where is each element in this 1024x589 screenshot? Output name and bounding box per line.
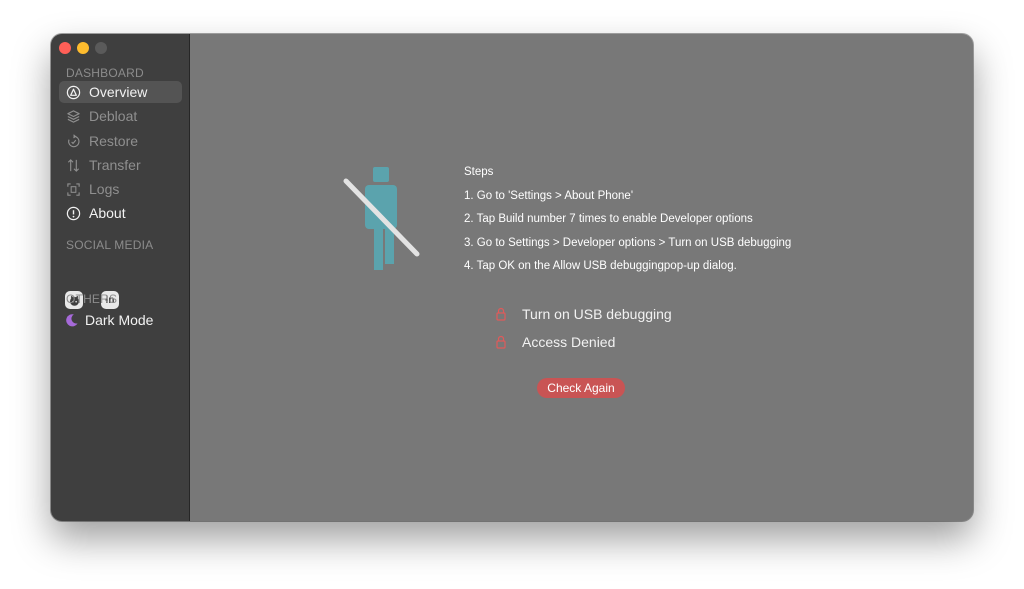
delta-circle-icon — [65, 84, 81, 100]
sidebar-item-label: Overview — [89, 84, 148, 100]
section-social-media: SOCIAL MEDIA — [66, 238, 154, 252]
section-others: OTHERS — [66, 292, 118, 306]
sidebar-item-about[interactable]: About — [59, 202, 182, 224]
layers-icon — [65, 108, 81, 124]
dark-mode-label: Dark Mode — [85, 312, 154, 328]
status-label: Turn on USB debugging — [522, 306, 672, 322]
app-window: DASHBOARD Overview Debloat Restore Trans… — [51, 34, 973, 521]
dark-mode-toggle[interactable]: Dark Mode — [59, 309, 182, 331]
sidebar-item-debloat[interactable]: Debloat — [59, 105, 182, 127]
transfer-arrows-icon — [65, 157, 81, 173]
no-usb-person-icon — [343, 164, 423, 279]
step-2: 2. Tap Build number 7 times to enable De… — [464, 213, 753, 225]
sidebar-item-label: Logs — [89, 181, 120, 197]
status-label: Access Denied — [522, 334, 616, 350]
sidebar: DASHBOARD Overview Debloat Restore Trans… — [51, 34, 190, 521]
check-again-button[interactable]: Check Again — [537, 378, 625, 398]
status-usb-debugging: Turn on USB debugging — [496, 306, 672, 322]
window-controls — [59, 42, 107, 54]
sidebar-item-label: Transfer — [89, 157, 141, 173]
steps-title: Steps — [464, 166, 494, 178]
logs-icon — [65, 181, 81, 197]
lock-icon — [496, 335, 510, 349]
sidebar-item-label: Debloat — [89, 108, 138, 124]
status-access-denied: Access Denied — [496, 334, 615, 350]
step-4: 4. Tap OK on the Allow USB debuggingpop-… — [464, 260, 737, 272]
moon-icon — [63, 312, 79, 328]
sidebar-item-restore[interactable]: Restore — [59, 130, 182, 152]
step-1: 1. Go to 'Settings > About Phone' — [464, 189, 634, 202]
zoom-button[interactable] — [95, 42, 107, 54]
lock-icon — [496, 307, 510, 321]
steps-panel: Steps 1. Go to 'Settings > About Phone' … — [464, 165, 791, 283]
step-3: 3. Go to Settings > Developer options > … — [464, 236, 792, 249]
sidebar-item-overview[interactable]: Overview — [59, 81, 182, 103]
close-button[interactable] — [59, 42, 71, 54]
sidebar-item-label: Restore — [89, 133, 139, 149]
info-circle-icon — [65, 205, 81, 221]
main-content: Steps 1. Go to 'Settings > About Phone' … — [190, 34, 973, 521]
sidebar-item-logs[interactable]: Logs — [59, 178, 182, 200]
section-dashboard: DASHBOARD — [66, 66, 144, 80]
sidebar-item-transfer[interactable]: Transfer — [59, 154, 182, 176]
sidebar-item-label: About — [89, 205, 126, 221]
minimize-button[interactable] — [77, 42, 89, 54]
restore-icon — [65, 133, 81, 149]
